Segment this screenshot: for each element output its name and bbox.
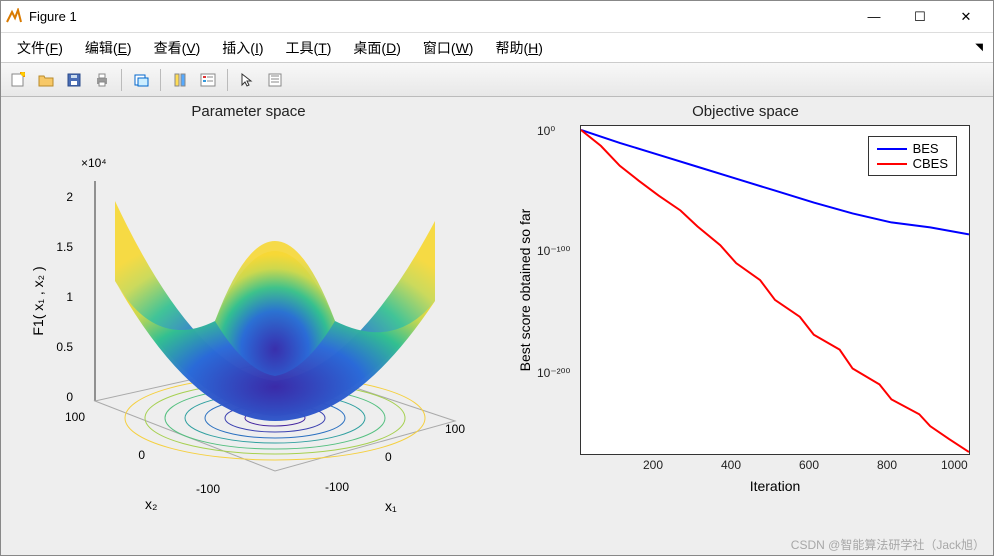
svg-text:-100: -100 — [196, 482, 220, 496]
svg-text:0: 0 — [66, 390, 73, 404]
y-tick: 10⁻¹⁰⁰ — [537, 244, 570, 258]
save-button[interactable] — [61, 67, 87, 93]
menu-help[interactable]: 帮助(H) — [485, 34, 552, 62]
close-button[interactable]: ✕ — [943, 2, 989, 32]
figure-area: Parameter space ×10⁴ 2 1.5 1 0.5 0 F1( x… — [1, 97, 993, 555]
surface-chart: ×10⁴ 2 1.5 1 0.5 0 F1( x₁ , x₂ ) — [25, 121, 485, 541]
svg-text:0.5: 0.5 — [56, 340, 73, 354]
toolbar-separator — [227, 69, 228, 91]
plot-title: Objective space — [502, 103, 989, 120]
svg-text:100: 100 — [445, 422, 465, 436]
open-button[interactable] — [33, 67, 59, 93]
insert-legend-button[interactable] — [195, 67, 221, 93]
svg-text:F1( x₁ , x₂ ): F1( x₁ , x₂ ) — [30, 266, 46, 335]
menu-insert[interactable]: 插入(I) — [212, 34, 273, 62]
menu-window[interactable]: 窗口(W) — [413, 34, 484, 62]
titlebar: Figure 1 — ☐ ✕ — [1, 1, 993, 33]
toolbar-separator — [160, 69, 161, 91]
x-tick: 1000 — [941, 458, 968, 472]
svg-text:2: 2 — [66, 190, 73, 204]
watermark: CSDN @智能算法研学社（Jack旭） — [791, 536, 985, 553]
axes: BES CBES Best score obtained so far Iter… — [580, 125, 970, 455]
svg-text:×10⁴: ×10⁴ — [81, 156, 107, 170]
x-tick: 800 — [877, 458, 897, 472]
menubar: 文件(F) 编辑(E) 查看(V) 插入(I) 工具(T) 桌面(D) 窗口(W… — [1, 33, 993, 63]
toolbar-separator — [121, 69, 122, 91]
menu-view[interactable]: 查看(V) — [144, 34, 211, 62]
svg-text:1.5: 1.5 — [56, 240, 73, 254]
y-tick: 10⁰ — [537, 124, 555, 138]
new-figure-button[interactable] — [5, 67, 31, 93]
data-cursor-button[interactable] — [262, 67, 288, 93]
menu-edit[interactable]: 编辑(E) — [75, 34, 142, 62]
parameter-space-plot[interactable]: Parameter space ×10⁴ 2 1.5 1 0.5 0 F1( x… — [5, 101, 492, 551]
legend-item-bes: BES — [877, 141, 948, 156]
svg-text:x₂: x₂ — [145, 496, 157, 512]
plot-title: Parameter space — [5, 103, 492, 120]
svg-text:0: 0 — [385, 450, 392, 464]
window-title: Figure 1 — [29, 9, 851, 24]
menu-overflow-icon[interactable]: ◥ — [971, 38, 987, 57]
objective-space-plot[interactable]: Objective space BES CBES Best score obta… — [502, 101, 989, 551]
menu-file[interactable]: 文件(F) — [7, 34, 73, 62]
svg-text:1: 1 — [66, 290, 73, 304]
menu-tools[interactable]: 工具(T) — [276, 34, 342, 62]
x-axis-label: Iteration — [750, 478, 801, 494]
x-tick: 200 — [643, 458, 663, 472]
svg-text:100: 100 — [65, 410, 85, 424]
minimize-button[interactable]: — — [851, 2, 897, 32]
maximize-button[interactable]: ☐ — [897, 2, 943, 32]
toolbar — [1, 63, 993, 97]
print-button[interactable] — [89, 67, 115, 93]
svg-text:0: 0 — [138, 448, 145, 462]
x-tick: 600 — [799, 458, 819, 472]
legend[interactable]: BES CBES — [868, 136, 957, 176]
insert-colorbar-button[interactable] — [167, 67, 193, 93]
link-axes-button[interactable] — [128, 67, 154, 93]
matlab-icon — [5, 8, 23, 26]
y-axis-label: Best score obtained so far — [517, 209, 533, 372]
svg-text:x₁: x₁ — [385, 498, 397, 514]
y-tick: 10⁻²⁰⁰ — [537, 366, 570, 380]
svg-text:-100: -100 — [325, 480, 349, 494]
menu-desktop[interactable]: 桌面(D) — [343, 34, 410, 62]
x-tick: 400 — [721, 458, 741, 472]
legend-item-cbes: CBES — [877, 156, 948, 171]
pointer-button[interactable] — [234, 67, 260, 93]
